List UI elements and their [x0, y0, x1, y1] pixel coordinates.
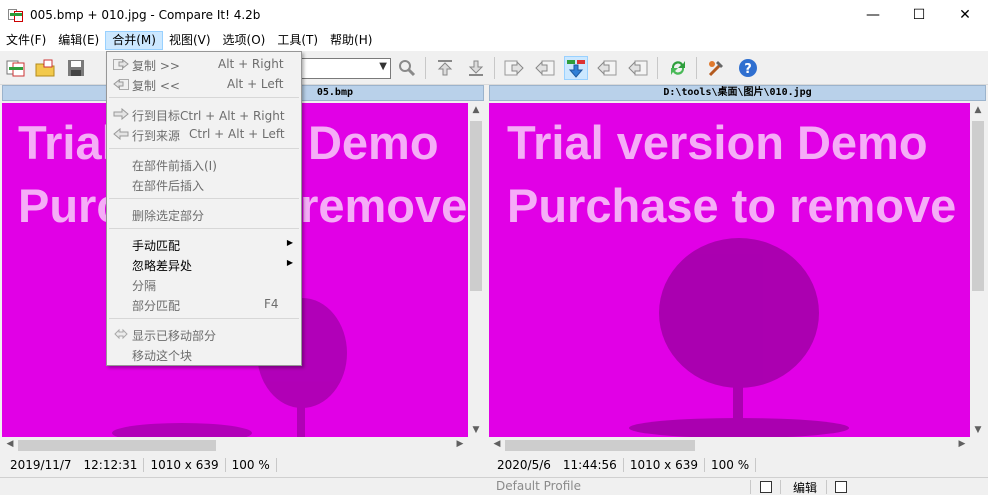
right-zoom-level: 100 % — [711, 458, 750, 472]
submenu-arrow-icon: ▶ — [286, 258, 293, 267]
prev-left-icon[interactable] — [595, 56, 619, 80]
right-file-path: D:\tools\桌面\图片\010.jpg — [489, 85, 986, 101]
menu-delete-selected[interactable]: 删除选定部分 — [107, 204, 301, 224]
right-image-dimensions: 1010 x 639 — [629, 458, 698, 472]
scroll-thumb[interactable] — [18, 440, 216, 451]
left-image-dimensions: 1010 x 639 — [150, 458, 219, 472]
open-compare-icon[interactable] — [4, 56, 28, 80]
scroll-thumb[interactable] — [505, 440, 695, 451]
app-icon — [8, 7, 24, 23]
line-to-source-icon — [113, 128, 129, 140]
refresh-icon[interactable] — [666, 56, 690, 80]
scroll-down-icon[interactable]: ▼ — [468, 425, 484, 435]
scroll-right-icon[interactable]: ▶ — [452, 439, 468, 449]
chevron-down-icon: ▼ — [379, 61, 387, 72]
next-diff-icon[interactable] — [564, 56, 588, 80]
menu-separate[interactable]: 分隔 — [107, 274, 301, 294]
save-icon[interactable] — [64, 56, 88, 80]
prev-right-icon[interactable] — [626, 56, 650, 80]
left-vertical-scrollbar[interactable]: ▲ ▼ — [468, 103, 484, 437]
left-file-time: 12:12:31 — [83, 458, 138, 472]
left-file-date: 2019/11/7 — [10, 458, 72, 472]
scroll-up-icon[interactable]: ▲ — [468, 105, 484, 115]
profile-label: Default Profile — [496, 479, 581, 493]
menu-edit[interactable]: 编辑(E) — [52, 31, 105, 50]
help-icon[interactable]: ? — [736, 56, 760, 80]
menu-show-moved[interactable]: 显示已移动部分 — [107, 324, 301, 344]
menu-partial-match[interactable]: 部分匹配 F4 — [107, 294, 301, 314]
first-diff-icon[interactable] — [433, 56, 457, 80]
scroll-thumb[interactable] — [470, 121, 482, 291]
menu-insert-after[interactable]: 在部件后插入 — [107, 174, 301, 194]
menu-manual-match[interactable]: 手动匹配 ▶ — [107, 234, 301, 254]
right-horizontal-scrollbar[interactable]: ◀ ▶ — [489, 437, 970, 454]
status-bar: Default Profile 编辑 — [0, 477, 988, 495]
menu-options[interactable]: 选项(O) — [217, 31, 272, 50]
right-pane-status: 2020/5/6 11:44:56 1010 x 639 100 % — [491, 456, 757, 474]
right-file-time: 11:44:56 — [562, 458, 617, 472]
copy-left-icon[interactable] — [533, 56, 557, 80]
status-checkbox-2[interactable] — [835, 481, 847, 493]
copy-right-icon — [113, 58, 129, 70]
left-zoom-level: 100 % — [231, 458, 270, 472]
menu-ignore-differences[interactable]: 忽略差异处 ▶ — [107, 254, 301, 274]
window-title: 005.bmp + 010.jpg - Compare It! 4.2b — [30, 8, 261, 22]
menu-bar: 文件(F) 编辑(E) 合并(M) 视图(V) 选项(O) 工具(T) 帮助(H… — [0, 30, 988, 51]
menu-merge[interactable]: 合并(M) — [105, 31, 163, 50]
right-vertical-scrollbar[interactable]: ▲ ▼ — [970, 103, 986, 437]
menu-tools[interactable]: 工具(T) — [271, 31, 324, 50]
scroll-up-icon[interactable]: ▲ — [970, 105, 986, 115]
watermark-line-1: Trial version Demo — [507, 116, 928, 169]
copy-left-icon — [113, 78, 129, 90]
search-combo[interactable]: ▼ — [300, 58, 391, 79]
svg-text:?: ? — [744, 62, 752, 77]
copy-right-icon[interactable] — [502, 56, 526, 80]
title-bar: 005.bmp + 010.jpg - Compare It! 4.2b — ☐… — [0, 0, 988, 30]
menu-file[interactable]: 文件(F) — [0, 31, 52, 50]
menu-line-to-target[interactable]: 行到目标Ctrl + Alt + Right — [107, 104, 301, 124]
menu-move-block[interactable]: 移动这个块 — [107, 344, 301, 364]
right-image-view[interactable]: Trial version Demo Purchase to remove — [489, 103, 970, 437]
scroll-right-icon[interactable]: ▶ — [954, 439, 970, 449]
maximize-button[interactable]: ☐ — [896, 0, 942, 30]
left-pane-status: 2019/11/7 12:12:31 1010 x 639 100 % — [4, 456, 277, 474]
last-diff-icon[interactable] — [464, 56, 488, 80]
scroll-thumb[interactable] — [972, 121, 984, 291]
tools-icon[interactable] — [704, 56, 728, 80]
menu-view[interactable]: 视图(V) — [163, 31, 217, 50]
status-checkbox-1[interactable] — [760, 481, 772, 493]
watermark-line-2: Purchase to remove — [507, 179, 957, 232]
menu-line-to-source[interactable]: 行到来源 Ctrl + Alt + Left — [107, 124, 301, 144]
minimize-button[interactable]: — — [850, 0, 896, 30]
open-folder-icon[interactable] — [33, 56, 57, 80]
show-moved-icon — [114, 328, 128, 340]
close-button[interactable]: ✕ — [942, 0, 988, 30]
scroll-down-icon[interactable]: ▼ — [970, 425, 986, 435]
left-horizontal-scrollbar[interactable]: ◀ ▶ — [2, 437, 468, 454]
scroll-left-icon[interactable]: ◀ — [2, 439, 18, 449]
search-icon[interactable] — [395, 56, 419, 80]
menu-insert-before[interactable]: 在部件前插入(I) — [107, 154, 301, 174]
edit-mode-label: 编辑 — [793, 481, 818, 495]
submenu-arrow-icon: ▶ — [286, 238, 293, 247]
menu-copy-right[interactable]: 复制 >> Alt + Right — [107, 54, 301, 74]
window-controls: — ☐ ✕ — [850, 0, 988, 30]
line-to-target-icon — [113, 108, 129, 120]
right-file-date: 2020/5/6 — [497, 458, 551, 472]
scroll-left-icon[interactable]: ◀ — [489, 439, 505, 449]
menu-help[interactable]: 帮助(H) — [324, 31, 378, 50]
right-pane: D:\tools\桌面\图片\010.jpg Trial version Dem… — [489, 85, 986, 455]
menu-copy-left[interactable]: 复制 << Alt + Left — [107, 74, 301, 94]
merge-menu-dropdown: 复制 >> Alt + Right 复制 << Alt + Left 行到目标C… — [106, 51, 302, 366]
